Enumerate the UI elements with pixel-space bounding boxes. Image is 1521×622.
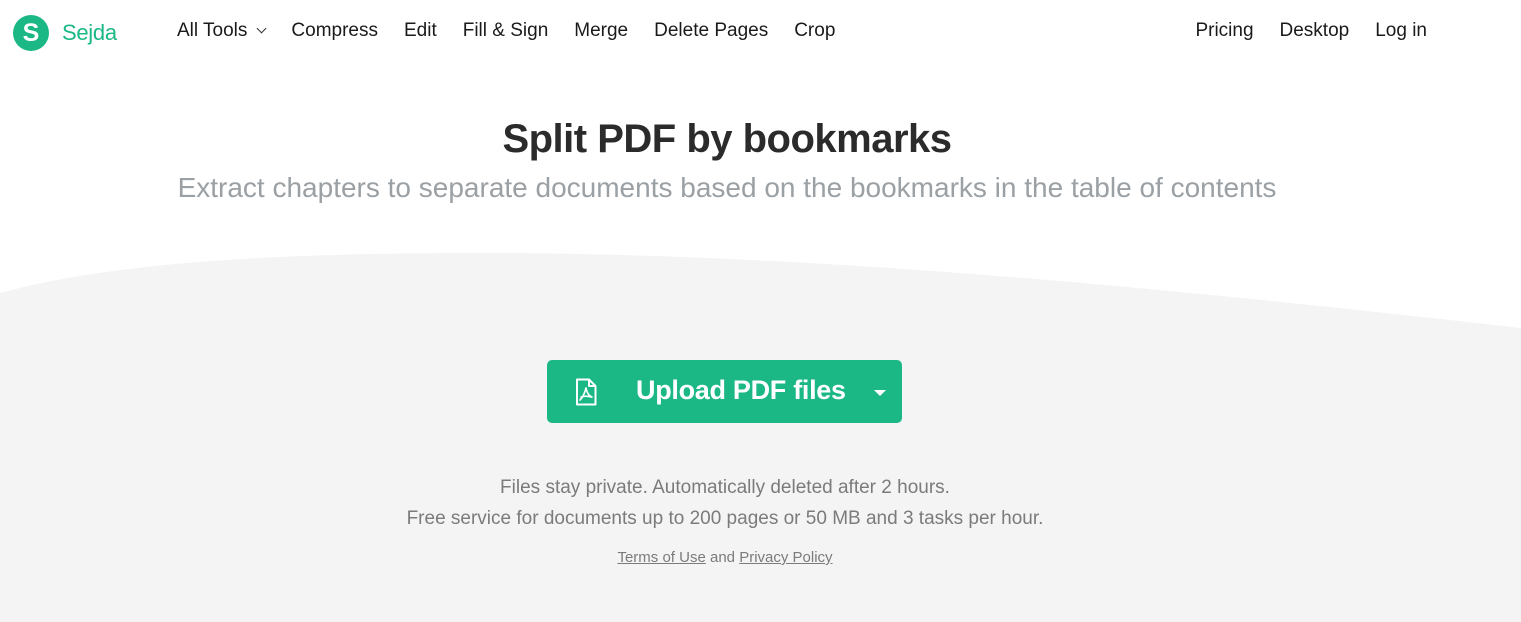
upload-pdf-button[interactable]: Upload PDF files bbox=[547, 360, 902, 423]
legal-links: Terms of Use and Privacy Policy bbox=[0, 549, 1450, 566]
nav-edit[interactable]: Edit bbox=[404, 20, 437, 42]
logo-text: Sejda bbox=[62, 20, 117, 45]
legal-and-text: and bbox=[709, 549, 736, 566]
nav-fill-sign[interactable]: Fill & Sign bbox=[463, 20, 549, 42]
sejda-logo-link[interactable]: S Sejda bbox=[13, 15, 117, 51]
limits-note: Free service for documents up to 200 pag… bbox=[406, 508, 1044, 529]
nav-crop[interactable]: Crop bbox=[794, 20, 835, 42]
nav-all-tools[interactable]: All Tools bbox=[177, 20, 267, 42]
pdf-file-icon bbox=[576, 378, 597, 406]
privacy-note: Files stay private. Automatically delete… bbox=[500, 477, 950, 498]
upload-options-dropdown[interactable] bbox=[857, 360, 902, 423]
logo-icon: S bbox=[13, 15, 49, 51]
page: S Sejda All Tools Compress Edit Fill & S… bbox=[0, 0, 1521, 622]
nav-delete-pages[interactable]: Delete Pages bbox=[654, 20, 768, 42]
nav-compress[interactable]: Compress bbox=[291, 20, 378, 42]
site-header: S Sejda All Tools Compress Edit Fill & S… bbox=[0, 0, 1521, 66]
privacy-policy-link[interactable]: Privacy Policy bbox=[739, 549, 832, 566]
nav-pricing[interactable]: Pricing bbox=[1195, 20, 1253, 42]
main-nav: All Tools Compress Edit Fill & Sign Merg… bbox=[177, 20, 861, 42]
page-title: Split PDF by bookmarks bbox=[502, 117, 952, 161]
nav-log-in[interactable]: Log in bbox=[1375, 20, 1427, 42]
wave-shape bbox=[0, 252, 1521, 622]
account-nav: Pricing Desktop Log in bbox=[1169, 20, 1427, 42]
nav-merge[interactable]: Merge bbox=[574, 20, 628, 42]
upload-button-label: Upload PDF files bbox=[636, 375, 846, 405]
chevron-down-icon bbox=[256, 23, 267, 34]
nav-desktop[interactable]: Desktop bbox=[1280, 20, 1350, 42]
nav-all-tools-label: All Tools bbox=[177, 20, 248, 41]
terms-of-use-link[interactable]: Terms of Use bbox=[617, 549, 705, 566]
page-subtitle: Extract chapters to separate documents b… bbox=[177, 172, 1277, 203]
caret-down-icon bbox=[873, 390, 886, 396]
